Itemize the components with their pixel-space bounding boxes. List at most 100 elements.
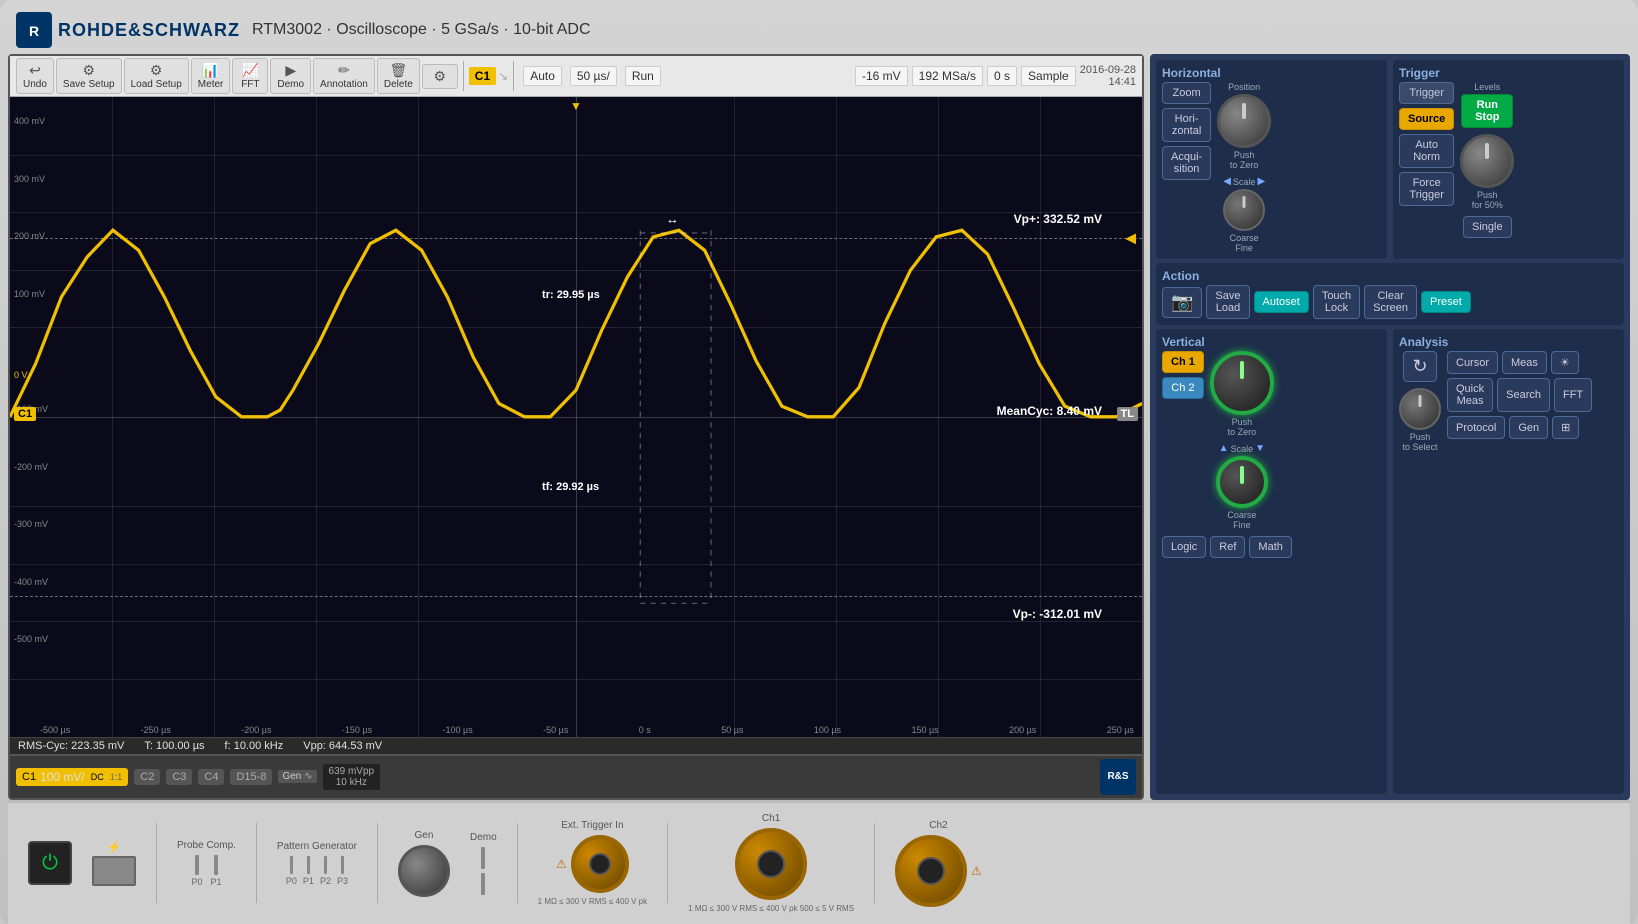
- save-setup-button[interactable]: ⚙ Save Setup: [56, 58, 122, 94]
- coarse-fine-label: Coarse Fine: [1230, 233, 1259, 253]
- scale-label: Scale: [1233, 177, 1256, 187]
- ch4-strip-label: C4: [204, 771, 218, 783]
- demo-button[interactable]: ▶ Demo: [270, 58, 311, 94]
- d15-strip[interactable]: D15-8: [230, 769, 272, 785]
- ch1-strip[interactable]: C1 100 mV/ DC 1:1: [16, 768, 128, 786]
- ch1-strip-label: C1: [22, 771, 36, 783]
- time-offset-display: 0 s: [987, 66, 1017, 86]
- annotation-button[interactable]: ✏ Annotation: [313, 58, 375, 94]
- save-load-button[interactable]: Save Load: [1206, 285, 1249, 319]
- ch4-strip[interactable]: C4: [198, 769, 224, 785]
- action-title: Action: [1162, 269, 1618, 283]
- math-button[interactable]: Math: [1249, 536, 1291, 558]
- ch1-bnc-inner: [757, 850, 785, 878]
- vp-minus-annotation: Vp-: -312.01 mV: [1013, 607, 1102, 621]
- force-trigger-button[interactable]: Force Trigger: [1399, 172, 1454, 206]
- vertical-title: Vertical: [1162, 335, 1381, 349]
- divider-2: [256, 823, 257, 903]
- ch3-strip[interactable]: C3: [166, 769, 192, 785]
- ext-trigger-section: Ext. Trigger In ⚠ 1 MΩ ≤ 300 V RMS ≤ 400…: [538, 820, 647, 907]
- datetime-display: 2016-09-28 14:41: [1080, 64, 1136, 88]
- gen-connector-section: Gen: [398, 830, 450, 897]
- v-label-300: 300 mV: [14, 174, 48, 232]
- d15-strip-label: D15-8: [236, 771, 266, 783]
- scale-knob[interactable]: [1223, 189, 1265, 231]
- vertical-pos-knob[interactable]: [1210, 351, 1274, 415]
- touch-lock-button[interactable]: Touch Lock: [1313, 285, 1360, 319]
- auto-norm-button[interactable]: Auto Norm: [1399, 134, 1454, 168]
- analysis-knob[interactable]: [1399, 388, 1441, 430]
- v-label-0: 0 V: [14, 346, 48, 404]
- v-label-n200: -200 mV: [14, 462, 48, 520]
- logic-button[interactable]: Logic: [1162, 536, 1206, 558]
- ref-button[interactable]: Ref: [1210, 536, 1245, 558]
- load-setup-button[interactable]: ⚙ Load Setup: [124, 58, 189, 94]
- position-knob[interactable]: [1217, 94, 1271, 148]
- divider-5: [667, 823, 668, 903]
- meter-button[interactable]: 📊 Meter: [191, 58, 231, 94]
- trigger-section: Trigger Trigger Source Auto Norm Force T…: [1393, 60, 1624, 259]
- demo-connector-2: [481, 873, 485, 895]
- pattern-gen-label: Pattern Generator: [277, 841, 357, 852]
- ext-trigger-bnc[interactable]: [571, 835, 629, 893]
- settings-icon-btn[interactable]: ⚙: [422, 64, 458, 89]
- time-axis: -500 µs -250 µs -200 µs -150 µs -100 µs …: [40, 725, 1134, 735]
- fft-toolbar-button[interactable]: 📈 FFT: [232, 58, 268, 94]
- t-label-3: -200 µs: [241, 725, 271, 735]
- analysis-refresh-button[interactable]: ↻: [1403, 351, 1436, 382]
- ext-trigger-label: Ext. Trigger In: [561, 820, 623, 831]
- intensity-button[interactable]: ☀: [1551, 351, 1579, 374]
- vert-scale-label: Scale: [1231, 444, 1254, 454]
- vertical-scale-knob[interactable]: [1216, 456, 1268, 508]
- delete-button[interactable]: 🗑 Delete: [377, 58, 420, 94]
- levels-label: Levels: [1474, 82, 1500, 92]
- gen-front-knob[interactable]: [398, 845, 450, 897]
- zoom-button[interactable]: Zoom: [1162, 82, 1211, 104]
- t-label-6: -50 µs: [543, 725, 568, 735]
- preset-button[interactable]: Preset: [1421, 291, 1471, 313]
- search-button[interactable]: Search: [1497, 378, 1550, 412]
- t-label-1: -500 µs: [40, 725, 70, 735]
- acquisition-button[interactable]: Acqui- sition: [1162, 146, 1211, 180]
- ch1-screen-label: C1: [14, 407, 36, 421]
- undo-button[interactable]: ↩ Undo: [16, 58, 54, 94]
- gen-strip-badge[interactable]: Gen ∿: [278, 770, 316, 783]
- svg-text:↔: ↔: [666, 211, 679, 226]
- t-label-50: 50 µs: [721, 725, 743, 735]
- protocol-button[interactable]: Protocol: [1447, 416, 1505, 439]
- power-button[interactable]: ⏻: [28, 841, 72, 885]
- oscilloscope: R ROHDE&SCHWARZ RTM3002 · Oscilloscope ·…: [0, 0, 1638, 924]
- quick-meas-button[interactable]: Quick Meas: [1447, 378, 1493, 412]
- brand-logo-small: R&S: [1100, 759, 1136, 795]
- ch1-button[interactable]: Ch 1: [1162, 351, 1204, 373]
- horizontal-button[interactable]: Hori- zontal: [1162, 108, 1211, 142]
- ch1-bnc[interactable]: [735, 828, 807, 900]
- scale-right-arrow: ▶: [1257, 176, 1265, 187]
- usb-icon: ⚡: [107, 840, 122, 854]
- time-div: 50 µs/: [570, 66, 617, 86]
- ch2-strip[interactable]: C2: [134, 769, 160, 785]
- autoset-button[interactable]: Autoset: [1254, 291, 1309, 313]
- levels-knob[interactable]: [1460, 134, 1514, 188]
- push-to-zero-label: Push to Zero: [1230, 150, 1259, 170]
- toolbar-info: Auto 50 µs/ Run: [523, 66, 661, 86]
- meas-button[interactable]: Meas: [1502, 351, 1547, 374]
- clear-screen-button[interactable]: Clear Screen: [1364, 285, 1417, 319]
- frequency-status: f: 10.00 kHz: [225, 740, 284, 752]
- screenshot-button[interactable]: 📷: [1162, 287, 1202, 318]
- apps-button[interactable]: ⊞: [1552, 416, 1579, 439]
- source-button[interactable]: Source: [1399, 108, 1454, 130]
- probe-p1-label: P1: [210, 877, 221, 887]
- gen-button[interactable]: Gen: [1509, 416, 1548, 439]
- single-button[interactable]: Single: [1463, 216, 1512, 238]
- run-stop-button[interactable]: Run Stop: [1461, 94, 1513, 128]
- brand-logo: R ROHDE&SCHWARZ: [16, 12, 240, 48]
- t-label-2: -250 µs: [141, 725, 171, 735]
- trigger-button[interactable]: Trigger: [1399, 82, 1454, 104]
- pattern-pin-p1: [307, 856, 310, 874]
- cursor-button[interactable]: Cursor: [1447, 351, 1498, 374]
- ch2-bnc[interactable]: [895, 835, 967, 907]
- ch2-front-label: Ch2: [929, 820, 947, 831]
- ch2-button[interactable]: Ch 2: [1162, 377, 1204, 399]
- fft-button[interactable]: FFT: [1554, 378, 1592, 412]
